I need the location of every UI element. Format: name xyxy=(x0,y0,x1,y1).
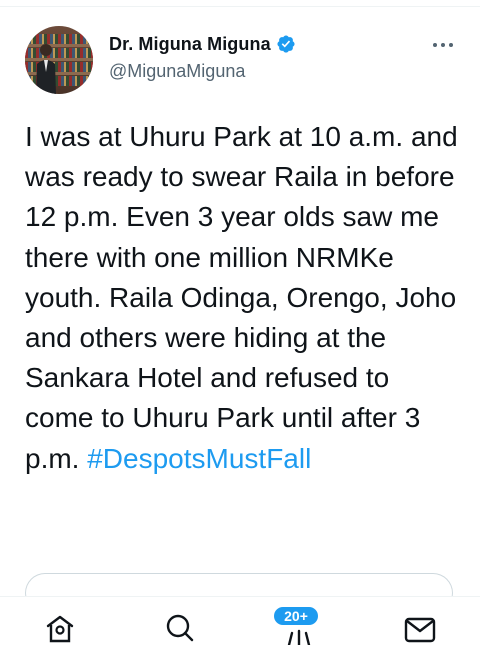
search-icon xyxy=(166,614,194,642)
more-dot-icon xyxy=(441,43,445,47)
author-handle[interactable]: @MigunaMiguna xyxy=(109,61,245,82)
hashtag-link[interactable]: #DespotsMustFall xyxy=(87,443,311,474)
avatar[interactable] xyxy=(25,26,93,94)
tweet-body: I was at Uhuru Park at 10 a.m. and was r… xyxy=(25,121,458,474)
tab-home[interactable] xyxy=(43,611,77,645)
messages-icon xyxy=(404,617,436,643)
bottom-tab-bar xyxy=(0,596,480,645)
more-dot-icon xyxy=(433,43,437,47)
author-display-name[interactable]: Dr. Miguna Miguna xyxy=(109,34,271,55)
tab-messages[interactable] xyxy=(403,611,437,645)
tweet-text: I was at Uhuru Park at 10 a.m. and was r… xyxy=(25,117,465,479)
person-silhouette xyxy=(36,44,56,94)
more-dot-icon xyxy=(449,43,453,47)
top-divider xyxy=(0,0,480,7)
notification-badge[interactable]: 20+ xyxy=(272,605,320,627)
verified-badge-icon xyxy=(277,35,295,53)
more-options-button[interactable] xyxy=(431,35,455,55)
author-name-row[interactable]: Dr. Miguna Miguna xyxy=(109,33,296,55)
tab-search[interactable] xyxy=(162,611,196,645)
home-icon xyxy=(46,615,74,643)
